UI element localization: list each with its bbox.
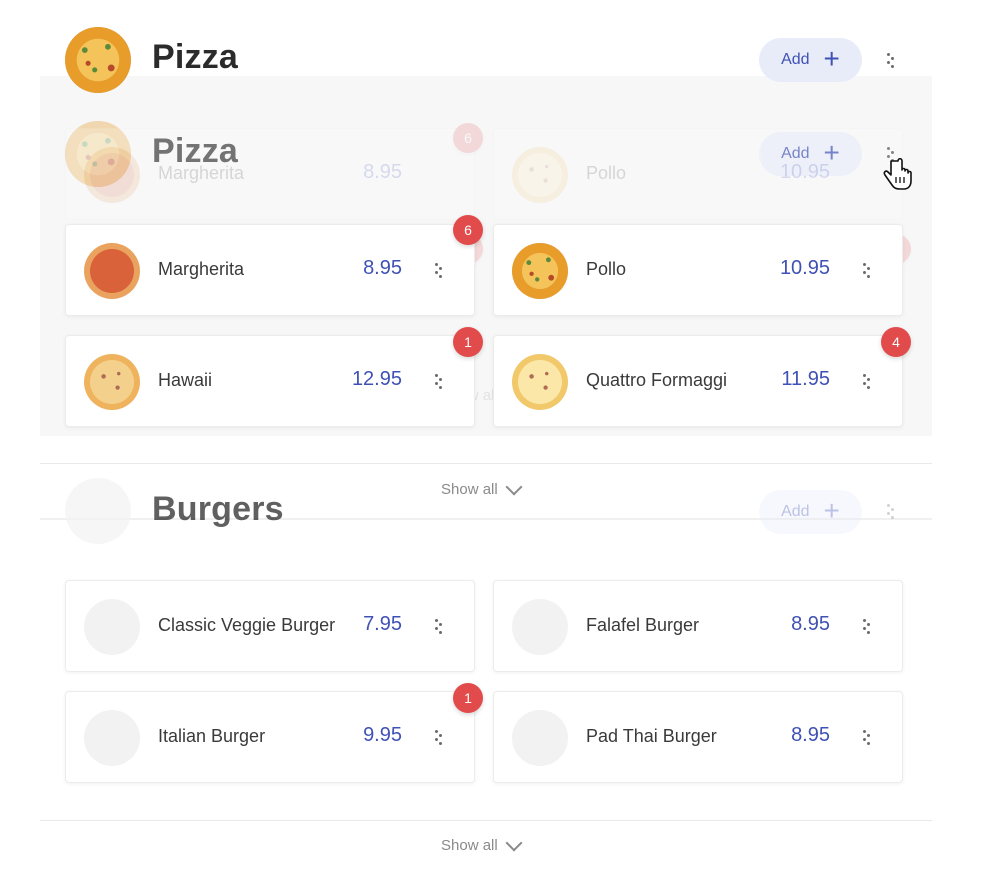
- ghost-card-margherita: Margherita 8.95: [65, 128, 475, 220]
- show-all-label: Show all: [441, 837, 498, 854]
- pizza-section-image: [65, 27, 131, 93]
- item-count-badge: 6: [453, 215, 483, 245]
- menu-item-card[interactable]: Classic Veggie Burger 7.95: [65, 580, 475, 672]
- drag-handle-icon[interactable]: [860, 617, 874, 637]
- pizza-thumbnail: [84, 354, 140, 410]
- section-title-burgers: Burgers: [152, 490, 284, 528]
- show-all-pizza[interactable]: Show all: [441, 478, 523, 498]
- item-price: 8.95: [363, 161, 402, 183]
- item-name: Pollo: [586, 259, 627, 279]
- add-label: Add: [781, 503, 810, 520]
- add-burger-button[interactable]: Add +: [759, 490, 862, 534]
- item-count-badge: 1: [453, 683, 483, 713]
- item-price: 8.95: [791, 613, 830, 635]
- drag-handle-icon[interactable]: [432, 372, 446, 392]
- burger-thumbnail: [512, 710, 568, 766]
- add-label: Add: [781, 51, 810, 68]
- chevron-down-icon: [505, 834, 523, 851]
- item-price: 9.95: [363, 724, 402, 746]
- menu-item-card[interactable]: Margherita 8.95: [65, 224, 475, 316]
- menu-item-card[interactable]: Italian Burger 9.95: [65, 691, 475, 783]
- drag-handle-icon[interactable]: [860, 372, 874, 392]
- pizza-thumbnail: [84, 243, 140, 299]
- pizza-thumbnail: [512, 147, 568, 203]
- menu-item-card[interactable]: Hawaii 12.95: [65, 335, 475, 427]
- drag-handle-icon[interactable]: [432, 728, 446, 748]
- burgers-section-image: [65, 478, 131, 544]
- item-name: Quattro Formaggi: [586, 370, 728, 390]
- drag-handle-icon[interactable]: [432, 261, 446, 281]
- drag-handle-icon[interactable]: [860, 261, 874, 281]
- item-price: 7.95: [363, 613, 402, 635]
- show-all-label: Show all: [441, 481, 498, 498]
- burger-thumbnail: [84, 710, 140, 766]
- section-divider: [40, 820, 932, 821]
- ghost-badge: 6: [453, 123, 483, 153]
- menu-item-card[interactable]: Quattro Formaggi 11.95: [493, 335, 903, 427]
- item-count-badge: 4: [881, 327, 911, 357]
- menu-item-card[interactable]: Pad Thai Burger 8.95: [493, 691, 903, 783]
- menu-item-card[interactable]: Pollo 10.95: [493, 224, 903, 316]
- ghost-card-pollo: Pollo 10.95: [493, 128, 903, 220]
- item-name: Pad Thai Burger: [586, 726, 717, 746]
- item-price: 12.95: [351, 368, 402, 390]
- plus-icon: +: [823, 495, 840, 526]
- item-price: 8.95: [363, 257, 402, 279]
- item-name: Classic Veggie Burger: [158, 615, 336, 635]
- item-count-badge: 1: [453, 327, 483, 357]
- menu-item-card[interactable]: Falafel Burger 8.95: [493, 580, 903, 672]
- drag-handle-icon[interactable]: [860, 728, 874, 748]
- section-title-pizza: Pizza: [152, 38, 239, 76]
- item-name: Hawaii: [158, 370, 213, 390]
- item-name: Falafel Burger: [586, 615, 700, 635]
- item-price: 10.95: [779, 161, 830, 183]
- add-pizza-button[interactable]: Add +: [759, 38, 862, 82]
- item-name: Italian Burger: [158, 726, 266, 746]
- item-name: Pollo: [586, 163, 627, 183]
- item-price: 8.95: [791, 724, 830, 746]
- drag-handle-icon[interactable]: [432, 617, 446, 637]
- item-price: 10.95: [779, 257, 830, 279]
- plus-icon: +: [823, 43, 840, 74]
- burger-thumbnail: [84, 599, 140, 655]
- item-name: Margherita: [158, 259, 245, 279]
- pizza-thumbnail: [512, 354, 568, 410]
- item-price: 11.95: [781, 368, 830, 390]
- item-name: Margherita: [158, 163, 245, 183]
- show-all-burgers[interactable]: Show all: [441, 834, 523, 854]
- chevron-down-icon: [505, 478, 523, 495]
- pizza-thumbnail: [84, 147, 140, 203]
- burger-thumbnail: [512, 599, 568, 655]
- section-divider: [40, 463, 932, 464]
- hand-cursor-icon: [883, 158, 912, 190]
- drag-handle-icon[interactable]: [884, 51, 898, 71]
- drag-handle-icon[interactable]: [884, 502, 898, 522]
- pizza-thumbnail: [512, 243, 568, 299]
